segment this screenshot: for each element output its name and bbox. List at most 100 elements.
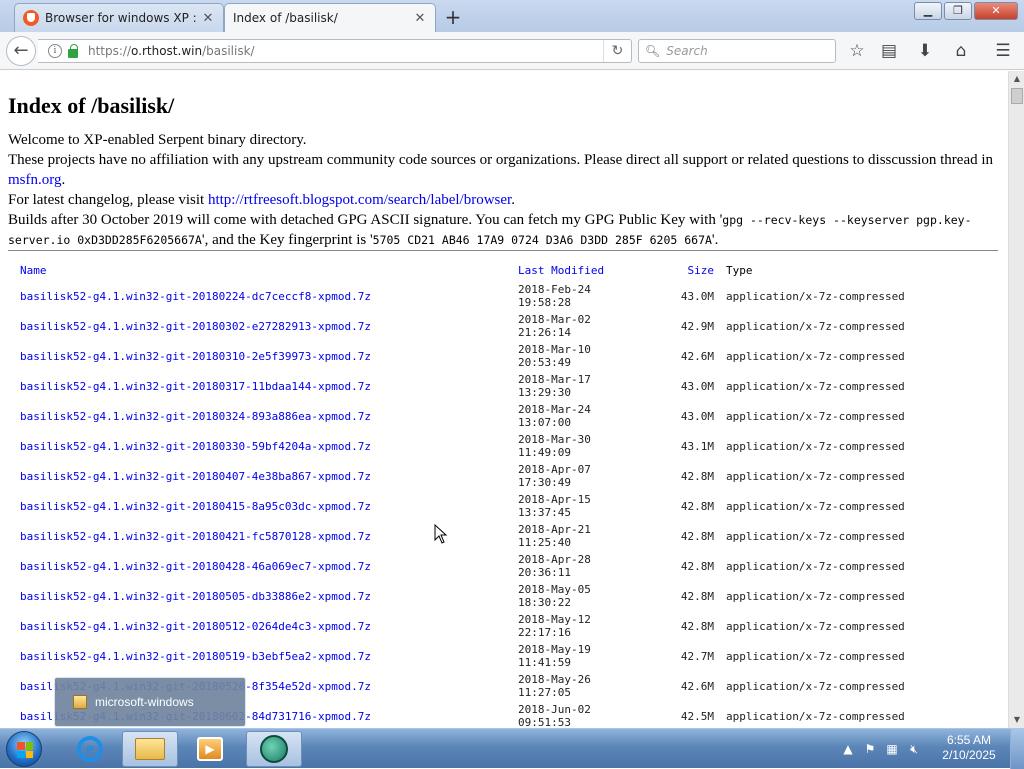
taskbar-file-explorer[interactable]: [122, 731, 178, 767]
back-arrow-icon[interactable]: ←: [6, 36, 36, 66]
intro-welcome: Welcome to XP-enabled Serpent binary dir…: [8, 132, 307, 148]
file-link[interactable]: basilisk52-g4.1.win32-git-20180302-e2728…: [20, 320, 371, 333]
type-cell: application/x-7z-compressed: [726, 289, 905, 303]
type-cell: application/x-7z-compressed: [726, 529, 905, 543]
search-icon: 🔍︎: [645, 44, 661, 58]
modified-cell: 2018-Mar-02 21:26:14: [518, 311, 648, 341]
info-icon[interactable]: i: [48, 44, 62, 58]
new-tab-button[interactable]: +: [442, 5, 464, 29]
modified-cell: 2018-Jun-02 09:51:53: [518, 701, 648, 728]
file-link[interactable]: basilisk52-g4.1.win32-git-20180317-11bda…: [20, 380, 371, 393]
modified-cell: 2018-May-19 11:41:59: [518, 641, 648, 671]
modified-time: 11:25:40: [518, 536, 571, 549]
file-rows: basilisk52-g4.1.win32-git-20180224-dc7ce…: [16, 281, 905, 728]
reload-icon[interactable]: ↻: [603, 40, 631, 62]
system-tray: ▲ ⚑ ▦ 🔇︎: [840, 729, 922, 769]
taskbar-internet-explorer[interactable]: e: [62, 731, 118, 767]
start-button[interactable]: [6, 731, 42, 767]
modified-cell: 2018-Mar-10 20:53:49: [518, 341, 648, 371]
modified-date: 2018-Apr-28: [518, 553, 591, 566]
table-row: basilisk52-g4.1.win32-git-20180415-8a95c…: [16, 491, 905, 521]
file-link[interactable]: basilisk52-g4.1.win32-git-20180428-46a06…: [20, 560, 371, 573]
modified-time: 21:26:14: [518, 326, 571, 339]
type-cell: application/x-7z-compressed: [726, 409, 905, 423]
file-link[interactable]: basilisk52-g4.1.win32-git-20180407-4e38b…: [20, 470, 371, 483]
search-placeholder: Search: [666, 44, 708, 58]
file-link[interactable]: basilisk52-g4.1.win32-git-20180505-db338…: [20, 590, 371, 603]
file-name-cell: basilisk52-g4.1.win32-git-20180519-b3ebf…: [16, 641, 518, 671]
modified-date: 2018-May-05: [518, 583, 591, 596]
tab-index-basilisk[interactable]: Index of /basilisk/ ✕: [224, 3, 436, 32]
modified-cell: 2018-Apr-15 13:37:45: [518, 491, 648, 521]
modified-cell: 2018-Apr-21 11:25:40: [518, 521, 648, 551]
address-bar[interactable]: i https://o.rthost.win/basilisk/ ↻: [38, 39, 632, 63]
scroll-down-icon[interactable]: ▼: [1009, 712, 1024, 728]
modified-time: 20:53:49: [518, 356, 571, 369]
modified-time: 09:51:53: [518, 716, 571, 728]
file-link[interactable]: basilisk52-g4.1.win32-git-20180512-0264d…: [20, 620, 371, 633]
scroll-up-icon[interactable]: ▲: [1009, 71, 1024, 87]
table-row: basilisk52-g4.1.win32-git-20180302-e2728…: [16, 311, 905, 341]
size-cell: 42.8M: [680, 559, 714, 573]
sort-modified-link[interactable]: Last Modified: [518, 264, 604, 277]
file-name-cell: basilisk52-g4.1.win32-git-20180324-893a8…: [16, 401, 518, 431]
size-cell: 43.1M: [680, 439, 714, 453]
file-link[interactable]: basilisk52-g4.1.win32-git-20180415-8a95c…: [20, 500, 371, 513]
modified-time: 13:29:30: [518, 386, 571, 399]
changelog-link[interactable]: http://rtfreesoft.blogspot.com/search/la…: [208, 192, 511, 208]
file-link[interactable]: basilisk52-g4.1.win32-git-20180519-b3ebf…: [20, 650, 371, 663]
size-cell: 42.8M: [680, 529, 714, 543]
file-link[interactable]: basilisk52-g4.1.win32-git-20180324-893a8…: [20, 410, 371, 423]
file-link[interactable]: basilisk52-g4.1.win32-git-20180224-dc7ce…: [20, 290, 371, 303]
column-header-name[interactable]: Name: [16, 259, 518, 281]
volume-muted-icon[interactable]: 🔇︎: [906, 741, 922, 757]
modified-time: 18:30:22: [518, 596, 571, 609]
file-link[interactable]: basilisk52-g4.1.win32-git-20180310-2e5f3…: [20, 350, 371, 363]
menu-icon[interactable]: ☰: [992, 41, 1014, 61]
url-path: /basilisk/: [202, 44, 255, 58]
minimize-button[interactable]: ▁: [914, 2, 942, 20]
table-row: basilisk52-g4.1.win32-git-20180519-b3ebf…: [16, 641, 905, 671]
download-icon[interactable]: ⬇: [914, 41, 936, 61]
close-window-button[interactable]: ✕: [974, 2, 1018, 20]
scroll-thumb[interactable]: [1011, 88, 1023, 104]
size-cell: 42.7M: [680, 649, 714, 663]
modified-cell: 2018-Mar-24 13:07:00: [518, 401, 648, 431]
home-icon[interactable]: ⌂: [950, 41, 972, 61]
taskbar-serpent-browser[interactable]: [246, 731, 302, 767]
size-cell: 42.8M: [680, 469, 714, 483]
modified-date: 2018-May-26: [518, 673, 591, 686]
tab-close-icon[interactable]: ✕: [413, 11, 427, 26]
maximize-button[interactable]: ❐: [944, 2, 972, 20]
bookmark-star-icon[interactable]: ☆: [846, 41, 868, 61]
type-cell: application/x-7z-compressed: [726, 679, 905, 693]
vertical-scrollbar[interactable]: ▲ ▼: [1008, 71, 1024, 728]
tab-close-icon[interactable]: ✕: [201, 11, 215, 26]
msfn-link[interactable]: msfn.org: [8, 172, 61, 188]
modified-date: 2018-Mar-10: [518, 343, 591, 356]
sort-name-link[interactable]: Name: [20, 264, 47, 277]
show-hidden-icons-icon[interactable]: ▲: [840, 741, 856, 757]
reading-list-icon[interactable]: ▤: [878, 41, 900, 61]
system-clock[interactable]: 6:55 AM 2/10/2025: [938, 733, 1000, 763]
file-link[interactable]: basilisk52-g4.1.win32-git-20180330-59bf4…: [20, 440, 371, 453]
url-text[interactable]: https://o.rthost.win/basilisk/: [88, 44, 603, 58]
modified-time: 13:07:00: [518, 416, 571, 429]
column-header-modified[interactable]: Last Modified: [518, 259, 648, 281]
sort-size-link[interactable]: Size: [688, 264, 715, 277]
modified-cell: 2018-May-26 11:27:05: [518, 671, 648, 701]
tab-reddit[interactable]: Browser for windows XP : r/ ✕: [14, 3, 224, 32]
page-content: Index of /basilisk/ Welcome to XP-enable…: [0, 71, 1008, 728]
search-input[interactable]: 🔍︎ Search: [638, 39, 836, 63]
column-header-size[interactable]: Size: [648, 259, 715, 281]
taskbar-thumbnail-popup[interactable]: microsoft-windows: [54, 677, 246, 727]
modified-cell: 2018-May-12 22:17:16: [518, 611, 648, 641]
file-link[interactable]: basilisk52-g4.1.win32-git-20180421-fc587…: [20, 530, 371, 543]
size-cell: 42.5M: [680, 709, 714, 723]
taskbar-media-player[interactable]: ▶: [182, 731, 238, 767]
network-icon[interactable]: ▦: [884, 741, 900, 757]
show-desktop-button[interactable]: [1010, 729, 1024, 769]
action-center-flag-icon[interactable]: ⚑: [862, 741, 878, 757]
modified-time: 11:27:05: [518, 686, 571, 699]
serpent-browser-icon: [260, 735, 288, 763]
